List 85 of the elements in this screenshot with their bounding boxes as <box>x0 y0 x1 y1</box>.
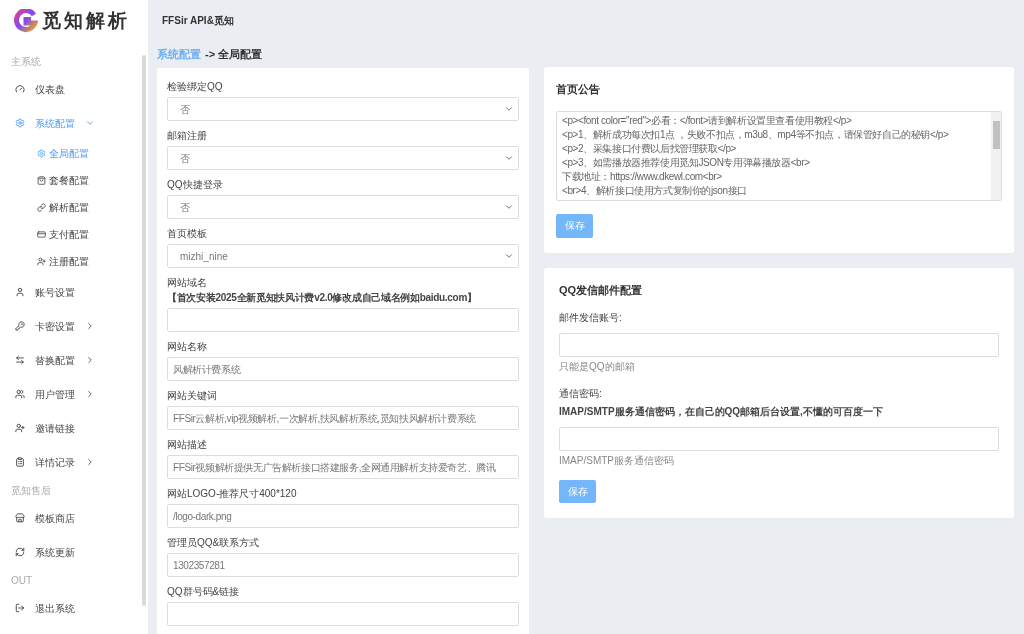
card-title: 首页公告 <box>556 82 601 97</box>
field-label: 邮件发信账号: <box>559 311 623 325</box>
nav-section-heading: OUT <box>11 573 33 588</box>
card-title: QQ发信邮件配置 <box>559 282 644 298</box>
textarea-line: <p>1、解析成功每次扣1点 ，失败不扣点，m3u8、mp4等不扣点，请保管好自己的秘钥</p> <box>562 127 950 142</box>
nav-item[interactable]: 系统更新 <box>0 535 148 569</box>
logo-text: 觅知解析 <box>42 8 130 33</box>
text-field[interactable]: FFSir视频解析提供无广告解析接口搭建服务,全网通用解析支持爱奇艺、腾讯 <box>167 455 519 479</box>
text-field[interactable] <box>559 427 999 451</box>
chevron-right-icon <box>85 389 95 399</box>
nav-subitem[interactable]: 套餐配置 <box>0 167 148 194</box>
breadcrumb-current: -> 全局配置 <box>205 46 263 62</box>
textarea-line: <br>4、解析接口使用方式复制你的json接口 <box>562 183 748 198</box>
caret-icon <box>504 251 514 261</box>
user-plus-icon <box>15 423 25 433</box>
nav-item[interactable]: 仪表盘 <box>0 72 148 106</box>
field-label: 网站LOGO-推荐尺寸400*120 <box>167 487 298 500</box>
field-label: QQ快捷登录 <box>167 178 224 191</box>
refresh-icon <box>15 547 25 557</box>
users-icon <box>15 389 25 399</box>
nav-item[interactable]: 退出系统 <box>0 591 148 625</box>
field-label: 网站描述 <box>167 438 208 451</box>
text-field[interactable] <box>167 308 519 332</box>
nav-section-heading: 觅知售后 <box>11 483 51 498</box>
chevron-right-icon <box>85 355 95 365</box>
nav-item[interactable]: 账号设置 <box>0 275 148 309</box>
select-field[interactable]: 否 <box>167 195 519 219</box>
textarea-line: <p>3、如需播放器推荐使用觅知JSON专用弹幕播放器<br> <box>562 155 811 170</box>
text-field[interactable] <box>167 602 519 626</box>
store-icon <box>15 513 25 523</box>
nav-subitem[interactable]: 支付配置 <box>0 221 148 248</box>
caret-icon <box>504 104 514 114</box>
gear-icon <box>15 118 25 128</box>
chevron-right-icon <box>85 457 95 467</box>
text-field[interactable]: /logo-dark.png <box>167 504 519 528</box>
select-field[interactable]: mizhi_nine <box>167 244 519 268</box>
gear-icon <box>37 149 46 158</box>
caret-icon <box>504 153 514 163</box>
card-icon <box>37 230 46 239</box>
field-label: 网站关键词 <box>167 389 218 402</box>
nav-item[interactable]: 用户管理 <box>0 377 148 411</box>
text-field[interactable]: 风解析计费系统 <box>167 357 519 381</box>
field-label: 网站域名 <box>167 276 208 289</box>
nav-subitem[interactable]: 解析配置 <box>0 194 148 221</box>
nav-item[interactable]: 详情记录 <box>0 445 148 479</box>
select-field[interactable]: 否 <box>167 146 519 170</box>
nav-item[interactable]: 模板商店 <box>0 501 148 535</box>
textarea-line: 下载地址：https://www.dkewl.com<br> <box>562 169 723 184</box>
field-label: 检验绑定QQ <box>167 80 224 93</box>
field-label: 通信密码: <box>559 387 603 401</box>
text-field[interactable]: 1302357281 <box>167 553 519 577</box>
text-field[interactable]: FFSir云解析,vip视频解析,一次解析,扶风解析系统,觅知扶风解析计费系统 <box>167 406 519 430</box>
header-title: FFSir API&觅知 <box>162 13 234 28</box>
nav-item[interactable]: 卡密设置 <box>0 309 148 343</box>
field-help: 只能是QQ的邮箱 <box>559 360 636 374</box>
textarea-line: <p><font color="red">必看：</font>请到解析设置里查看使用教程</p> <box>562 113 853 128</box>
nav-section-heading: 主系统 <box>11 54 41 69</box>
field-help: IMAP/SMTP服务通信密码 <box>559 454 675 468</box>
select-field[interactable]: 否 <box>167 97 519 121</box>
swap-arrows-icon <box>15 355 25 365</box>
nav-subitem[interactable]: 注册配置 <box>0 248 148 275</box>
text-field[interactable] <box>559 333 999 357</box>
link-icon <box>37 203 46 212</box>
gauge-icon <box>15 84 25 94</box>
field-label: 网站名称 <box>167 340 208 353</box>
chevron-right-icon <box>85 321 95 331</box>
field-label: 首页模板 <box>167 227 208 240</box>
logo-icon <box>14 9 38 33</box>
chevron-down-icon <box>85 118 95 128</box>
field-hint: 【首次安装2025全新觅知扶风计费v2.0修改成自己域名例如baidu.com】 <box>167 291 478 304</box>
textarea-line: <p>2、采集接口付费以后找管理获取</p> <box>562 141 738 156</box>
nav-item[interactable]: 邀请链接 <box>0 411 148 445</box>
field-label: 管理员QQ&联系方式 <box>167 536 261 549</box>
user-icon <box>15 287 25 297</box>
field-hint: IMAP/SMTP服务通信密码，在自己的QQ邮箱后台设置,不懂的可百度一下 <box>559 405 884 419</box>
user-plus-icon <box>37 257 46 266</box>
field-label: QQ群号码&链接 <box>167 585 241 598</box>
field-label: 邮箱注册 <box>167 129 208 142</box>
nav-item[interactable]: 替换配置 <box>0 343 148 377</box>
clipboard-icon <box>15 457 25 467</box>
textarea-field[interactable] <box>556 110 1002 201</box>
bag-icon <box>37 176 46 185</box>
caret-icon <box>504 202 514 212</box>
logout-icon <box>15 603 25 613</box>
key-icon <box>15 321 25 331</box>
